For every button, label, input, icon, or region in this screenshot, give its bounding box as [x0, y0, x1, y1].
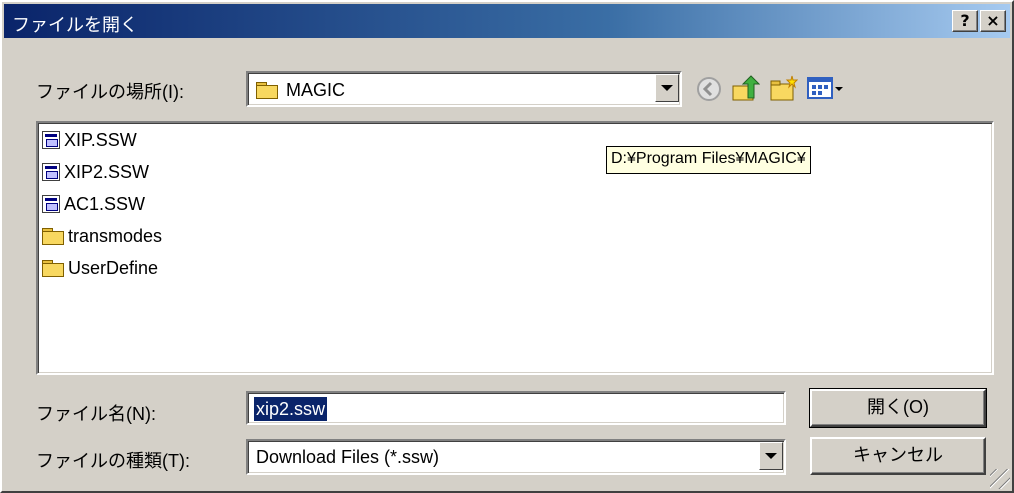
filetype-value: Download Files (*.ssw) [256, 447, 440, 467]
filetype-dropdown-button[interactable] [759, 442, 783, 470]
back-arrow-icon[interactable] [694, 74, 724, 104]
filename-input[interactable]: xip2.ssw [246, 391, 786, 425]
ssw-file-icon [42, 131, 60, 149]
file-name: XIP.SSW [64, 129, 137, 150]
close-button[interactable]: × [980, 10, 1006, 32]
list-item[interactable]: AC1.SSW [42, 189, 145, 219]
folder-name: transmodes [68, 225, 163, 246]
cancel-button[interactable]: キャンセル [810, 437, 986, 475]
list-item[interactable]: transmodes [42, 221, 162, 251]
view-menu-icon[interactable] [806, 74, 846, 104]
ssw-file-icon [42, 195, 60, 213]
title-bar[interactable]: ファイルを開く ? × [4, 4, 1010, 38]
file-name: XIP2.SSW [64, 161, 150, 182]
filename-value: xip2.ssw [254, 397, 328, 421]
new-folder-icon[interactable] [768, 74, 798, 104]
chevron-down-icon [765, 453, 777, 459]
help-button[interactable]: ? [952, 10, 978, 32]
ssw-file-icon [42, 163, 60, 181]
folder-icon [256, 82, 278, 99]
filetype-combobox[interactable]: Download Files (*.ssw) [246, 439, 786, 475]
open-file-dialog: ファイルを開く ? × ファイルの場所(I): MAGIC XIP.SSW XI… [0, 0, 1014, 493]
file-list[interactable]: XIP.SSW XIP2.SSW AC1.SSW transmodes User… [36, 121, 994, 375]
lookin-value: MAGIC [286, 79, 346, 100]
dialog-title: ファイルを開く [12, 15, 138, 35]
folder-name: UserDefine [68, 257, 159, 278]
folder-icon [42, 260, 64, 277]
file-name: AC1.SSW [64, 193, 146, 214]
list-item[interactable]: UserDefine [42, 253, 158, 283]
filetype-label: ファイルの種類(T): [36, 451, 190, 471]
path-tooltip: D:¥Program Files¥MAGIC¥ [606, 146, 811, 174]
list-item[interactable]: XIP2.SSW [42, 157, 149, 187]
filename-label: ファイル名(N): [36, 404, 156, 424]
resize-grip[interactable] [990, 469, 1010, 489]
open-button[interactable]: 開く(O) [809, 388, 987, 428]
lookin-label: ファイルの場所(I): [36, 82, 184, 102]
lookin-combobox[interactable]: MAGIC [246, 71, 682, 107]
chevron-down-icon [661, 85, 673, 91]
up-folder-icon[interactable] [730, 74, 760, 104]
lookin-dropdown-button[interactable] [655, 74, 679, 102]
folder-icon [42, 228, 64, 245]
list-item[interactable]: XIP.SSW [42, 125, 137, 155]
